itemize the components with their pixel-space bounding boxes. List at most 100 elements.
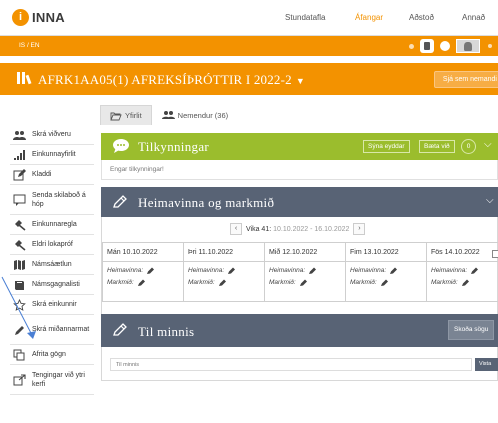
pencil-icon[interactable] [228, 267, 236, 274]
sidebar-item-label: Eldri lokapróf [32, 241, 73, 248]
homework-panel: Heimavinna og markmið ⌵ ‹ Vika 41: 10.10… [101, 187, 498, 329]
app-logo[interactable]: i INNA [12, 9, 65, 26]
show-deleted-button[interactable]: Sýna eyddar [363, 140, 410, 153]
day-header: Þri 11.10.2022 [184, 243, 264, 262]
chevron-down-icon[interactable]: ⌵ [486, 195, 494, 206]
sidebar-item-label: Kladdi [32, 171, 52, 178]
indicator-dot [409, 43, 414, 49]
course-header: AFRK1AA05(1) AFREKSÍÞRÓTTIR I 2022-2 ▼ Sj… [0, 63, 498, 95]
day-column: Fim 13.10.2022 Heimavinna: Markmið: [345, 242, 426, 302]
memo-header: Til minnis Skoða sögu [101, 314, 498, 347]
bar-chart-icon [14, 149, 25, 160]
memo-input[interactable] [110, 358, 472, 371]
day-header: Mán 10.10.2022 [103, 243, 183, 262]
nav-item-timetable[interactable]: Stundatafla [285, 13, 325, 22]
caret-down-icon[interactable]: ▼ [296, 76, 305, 86]
sidebar-item-old-exams[interactable]: Eldri lokapróf [10, 235, 94, 255]
sidebar-item-register[interactable]: Kladdi [10, 165, 94, 185]
homework-label: Heimavinna: [269, 267, 306, 274]
announcements-panel: Tilkynningar Sýna eyddar Bæta við 0 ⌵ En… [101, 133, 498, 180]
pencil-icon [113, 323, 127, 336]
goal-label: Markmið: [431, 279, 458, 286]
homework-row: Heimavinna: [103, 267, 183, 274]
prev-week-button[interactable]: ‹ [230, 223, 242, 235]
sidebar-item-label: Skrá miðannarmat [32, 326, 90, 333]
day-column: Þri 11.10.2022 Heimavinna: Markmið: [183, 242, 264, 302]
week-days: Mán 10.10.2022 Heimavinna: Markmið: Þri … [102, 242, 498, 302]
pencil-icon[interactable] [380, 279, 388, 286]
announcements-body: Engar tilkynningar! [101, 160, 498, 180]
sidebar-item-send-message[interactable]: Senda skilaboð á hóp [10, 185, 94, 215]
course-title[interactable]: AFRK1AA05(1) AFREKSÍÞRÓTTIR I 2022-2 ▼ [38, 72, 305, 88]
tab-students[interactable]: Nemendur (36) [152, 105, 238, 125]
notification-icon[interactable] [440, 41, 450, 51]
sidebar-item-grade-overview[interactable]: Einkunnayfirlit [10, 145, 94, 165]
day-header: Fös 14.10.2022 [427, 243, 498, 262]
annotation-arrow [1, 276, 36, 339]
sidebar-item-attendance[interactable]: Skrá viðveru [10, 125, 94, 145]
user-strip: IS / EN [0, 36, 498, 56]
map-icon [14, 259, 25, 270]
view-history-button[interactable]: Skoða sögu [448, 320, 495, 340]
course-title-text: AFRK1AA05(1) AFREKSÍÞRÓTTIR I 2022-2 [38, 72, 292, 87]
logo-mark: i [12, 9, 29, 26]
pencil-icon[interactable] [218, 279, 226, 286]
sidebar-item-label: Afrita gögn [32, 351, 66, 358]
week-range: 10.10.2022 - 16.10.2022 [273, 225, 350, 233]
language-switch[interactable]: IS / EN [19, 42, 40, 49]
chevron-down-icon[interactable]: ⌵ [484, 139, 492, 150]
pencil-icon[interactable] [309, 267, 317, 274]
next-week-button[interactable]: › [353, 223, 366, 235]
homework-body: ‹ Vika 41: 10.10.2022 - 16.10.2022 › Mán… [101, 217, 498, 329]
announcements-header: Tilkynningar Sýna eyddar Bæta við 0 ⌵ [101, 133, 498, 160]
view-as-student-button[interactable]: Sjá sem nemandi [433, 71, 498, 88]
course-sidebar: Skrá viðveru Einkunnayfirlit Kladdi Send… [10, 125, 94, 395]
settings-icon[interactable] [488, 44, 492, 48]
nav-item-other[interactable]: Annað [462, 13, 485, 22]
sidebar-item-label: Skrá viðveru [32, 131, 71, 138]
day-header: Fim 13.10.2022 [346, 243, 426, 262]
announcement-count-badge: 0 [461, 139, 476, 154]
homework-row: Heimavinna: [427, 267, 498, 274]
sidebar-item-copy-data[interactable]: Afrita gögn [10, 345, 94, 365]
panel-title: Heimavinna og markmið [138, 195, 275, 210]
day-column: Mið 12.10.2022 Heimavinna: Markmið: [264, 242, 345, 302]
day-column: Mán 10.10.2022 Heimavinna: Markmið: [102, 242, 183, 302]
sidebar-item-label: Einkunnaregla [32, 221, 77, 228]
nav-item-help[interactable]: Aðstoð [409, 13, 434, 22]
pencil-icon[interactable] [471, 267, 479, 274]
pencil-icon[interactable] [390, 267, 398, 274]
empty-message: Engar tilkynningar! [110, 166, 164, 173]
copy-icon [13, 349, 25, 360]
goal-label: Markmið: [269, 279, 296, 286]
sidebar-item-course-plan[interactable]: Námsáætlun [10, 255, 94, 275]
folder-open-icon [110, 112, 122, 120]
sidebar-item-external-systems[interactable]: Tengingar við ytri kerfi [10, 365, 94, 395]
homework-label: Heimavinna: [107, 267, 144, 274]
message-icon [13, 194, 26, 206]
tab-overview[interactable]: Yfirlit [100, 105, 152, 125]
memo-body: Vista [101, 347, 498, 381]
goal-row: Markmið: [346, 279, 426, 286]
books-icon [17, 72, 32, 85]
sidebar-item-label: Senda skilaboð á hóp [32, 191, 86, 208]
add-announcement-button[interactable]: Bæta við [419, 140, 455, 153]
pencil-icon[interactable] [147, 267, 155, 274]
day-header: Mið 12.10.2022 [265, 243, 345, 262]
pencil-icon[interactable] [299, 279, 307, 286]
calendar-icon[interactable] [420, 39, 434, 53]
course-tabs: Yfirlit Nemendur (36) [100, 105, 238, 125]
sidebar-item-label: Einkunnayfirlit [32, 151, 76, 158]
goal-row: Markmið: [184, 279, 264, 286]
pencil-icon[interactable] [137, 279, 145, 286]
week-label: Vika 41: 10.10.2022 - 16.10.2022 [246, 226, 349, 233]
pencil-icon[interactable] [461, 279, 469, 286]
week-number: Vika 41: [246, 225, 272, 233]
gavel-icon [15, 239, 26, 251]
save-button[interactable]: Vista [475, 358, 498, 371]
nav-item-courses[interactable]: Áfangar [355, 13, 383, 22]
app-name: INNA [32, 10, 65, 25]
avatar[interactable] [456, 39, 480, 53]
sidebar-item-label: Tengingar við ytri kerfi [32, 371, 85, 388]
sidebar-item-grading-rule[interactable]: Einkunnaregla [10, 215, 94, 235]
